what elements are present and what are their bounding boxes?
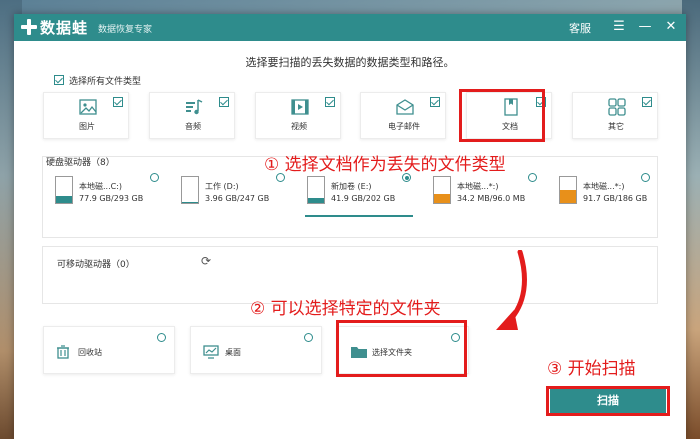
app-window: 数据蛙 数据恢复专家 客服 ☰ — ✕ 选择要扫描的丢失数据的数据类型和路径。 … [14, 14, 686, 439]
annotation-arrow-icon [496, 250, 527, 330]
drive-name: 新加卷 (E:) [331, 182, 372, 191]
app-subtitle: 数据恢复专家 [98, 25, 153, 35]
refresh-icon[interactable]: ⟳ [201, 254, 211, 268]
drive-item[interactable]: 本地磁...C:) 77.9 GB/293 GB [55, 174, 159, 214]
location-desktop[interactable]: 桌面 [190, 326, 322, 374]
file-type-label: 视频 [291, 122, 307, 131]
select-all-label: 选择所有文件类型 [69, 77, 142, 87]
select-all-checkbox[interactable]: 选择所有文件类型 [54, 74, 141, 87]
file-type-label: 图片 [79, 122, 95, 131]
location-label: 回收站 [78, 348, 102, 357]
drive-icon [181, 176, 199, 204]
other-icon [608, 98, 626, 116]
location-recycle-bin[interactable]: 回收站 [43, 326, 175, 374]
checkbox-checked-icon[interactable] [219, 97, 229, 107]
file-type-other[interactable]: 其它 [572, 92, 658, 139]
file-type-email[interactable]: 电子邮件 [360, 92, 446, 139]
location-radio[interactable] [304, 333, 313, 342]
app-name: 数据蛙 [40, 19, 89, 37]
drive-radio[interactable] [150, 173, 159, 182]
document-highlight-box [459, 89, 545, 142]
removable-drive-title: 可移动驱动器（0） [57, 260, 135, 270]
checkbox-checked-icon[interactable] [642, 97, 652, 107]
menu-icon[interactable]: ☰ [610, 18, 628, 36]
drive-item-selected[interactable]: 新加卷 (E:) 41.9 GB/202 GB [307, 174, 411, 214]
location-radio[interactable] [157, 333, 166, 342]
annotation-step-3: ③ 开始扫描 [547, 359, 636, 379]
annotation-step-1: ① 选择文档作为丢失的文件类型 [264, 155, 506, 175]
email-icon [396, 99, 414, 115]
drive-item[interactable]: 本地磁...*:) 34.2 MB/96.0 MB [433, 174, 537, 214]
drive-name: 本地磁...*:) [583, 182, 625, 191]
drive-name: 本地磁...C:) [79, 182, 123, 191]
drive-radio[interactable] [641, 173, 650, 182]
checkbox-checked-icon[interactable] [113, 97, 123, 107]
file-type-image[interactable]: 图片 [43, 92, 129, 139]
drive-name: 本地磁...*:) [457, 182, 499, 191]
hard-drive-title: 硬盘驱动器（8） [46, 158, 115, 168]
drive-size: 77.9 GB/293 GB [79, 194, 144, 203]
video-icon [291, 99, 309, 115]
app-logo-icon [21, 19, 37, 35]
drive-icon [307, 176, 325, 204]
drive-icon [559, 176, 577, 204]
drive-size: 34.2 MB/96.0 MB [457, 194, 526, 203]
scan-highlight-box [546, 386, 670, 416]
folder-highlight-box [336, 320, 467, 377]
file-type-label: 音频 [185, 122, 201, 131]
file-type-video[interactable]: 视频 [255, 92, 341, 139]
desktop-icon [203, 345, 219, 359]
title-bar: 数据蛙 数据恢复专家 客服 ☰ — ✕ [14, 14, 686, 41]
close-icon[interactable]: ✕ [662, 18, 680, 36]
selected-drive-underline [305, 215, 413, 217]
minimize-icon[interactable]: — [636, 18, 654, 36]
checkbox-checked-icon[interactable] [325, 97, 335, 107]
checkbox-checked-icon [54, 75, 64, 85]
checkbox-checked-icon[interactable] [430, 97, 440, 107]
drive-icon [433, 176, 451, 204]
drive-item[interactable]: 工作 (D:) 3.96 GB/247 GB [181, 174, 285, 214]
file-type-label: 电子邮件 [388, 122, 420, 131]
drive-size: 3.96 GB/247 GB [205, 194, 270, 203]
drive-radio[interactable] [528, 173, 537, 182]
annotation-step-2: ② 可以选择特定的文件夹 [250, 299, 441, 319]
customer-service-button[interactable]: 客服 [569, 20, 591, 36]
location-label: 桌面 [225, 348, 241, 357]
image-icon [79, 99, 97, 115]
drive-size: 41.9 GB/202 GB [331, 194, 396, 203]
recycle-bin-icon [57, 345, 69, 359]
file-type-label: 其它 [608, 122, 624, 131]
file-type-audio[interactable]: 音频 [149, 92, 235, 139]
drive-icon [55, 176, 73, 204]
drive-name: 工作 (D:) [205, 182, 239, 191]
page-heading: 选择要扫描的丢失数据的数据类型和路径。 [245, 56, 455, 69]
audio-icon [186, 99, 203, 115]
drive-size: 91.7 GB/186 GB [583, 194, 648, 203]
